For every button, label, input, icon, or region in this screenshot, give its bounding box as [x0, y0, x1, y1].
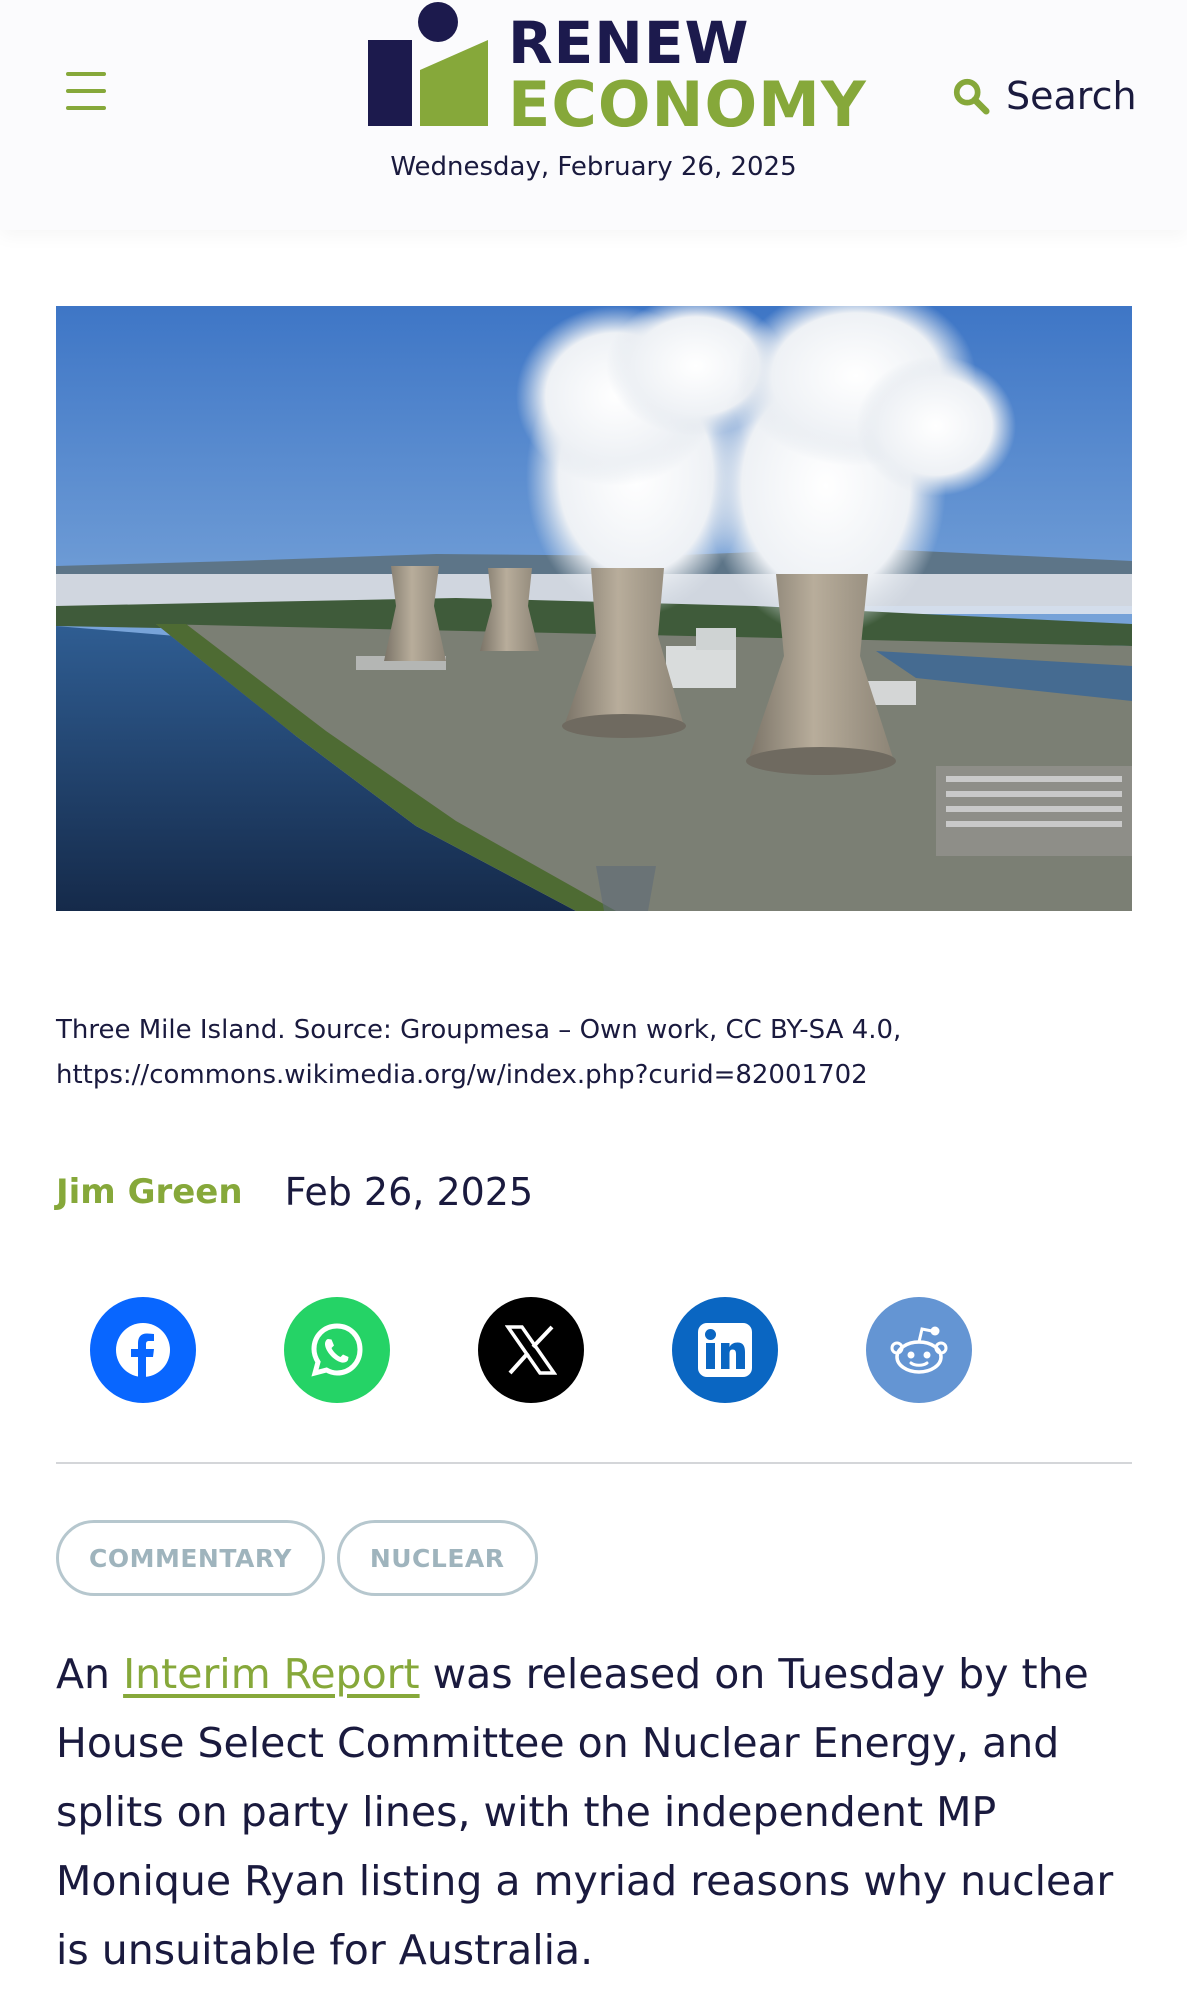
byline: Jim Green Feb 26, 2025 — [56, 1170, 533, 1214]
article-tags: COMMENTARY NUCLEAR — [56, 1520, 550, 1596]
share-x-button[interactable] — [478, 1297, 584, 1403]
search-label: Search — [1006, 74, 1137, 118]
divider — [56, 1462, 1132, 1464]
share-linkedin-button[interactable] — [672, 1297, 778, 1403]
tag-commentary[interactable]: COMMENTARY — [56, 1520, 325, 1596]
logo-wordmark: RENEW ECONOMY — [508, 14, 867, 136]
reddit-icon — [890, 1326, 948, 1374]
article-text: was released on Tuesday by the House Sel… — [56, 1650, 1114, 1974]
site-header: RENEW ECONOMY Wednesday, February 26, 20… — [0, 0, 1187, 230]
linkedin-icon — [698, 1323, 752, 1377]
x-icon — [505, 1325, 557, 1375]
whatsapp-icon — [311, 1323, 363, 1377]
search-button[interactable]: Search — [952, 74, 1137, 118]
share-facebook-button[interactable] — [90, 1297, 196, 1403]
search-icon — [953, 78, 990, 115]
author-link[interactable]: Jim Green — [56, 1172, 243, 1212]
caption-line-1: Three Mile Island. Source: Groupmesa – O… — [56, 1015, 902, 1045]
facebook-icon — [116, 1323, 170, 1379]
logo-mark-icon — [368, 2, 488, 126]
hero-image[interactable] — [56, 306, 1132, 911]
cooling-towers-illustration — [56, 306, 1132, 911]
hamburger-menu-icon[interactable] — [66, 72, 110, 118]
logo-economy: ECONOMY — [508, 68, 867, 141]
share-reddit-button[interactable] — [866, 1297, 972, 1403]
site-logo[interactable]: RENEW ECONOMY — [368, 0, 866, 136]
article-prefix: An — [56, 1650, 124, 1698]
publish-date: Feb 26, 2025 — [284, 1170, 534, 1214]
interim-report-link[interactable]: Interim Report — [123, 1650, 420, 1698]
caption-line-2: https://commons.wikimedia.org/w/index.ph… — [56, 1060, 868, 1090]
article-paragraph: An Interim Report was released on Tuesda… — [56, 1640, 1146, 1985]
tag-nuclear[interactable]: NUCLEAR — [336, 1520, 538, 1596]
share-whatsapp-button[interactable] — [284, 1297, 390, 1403]
image-caption: Three Mile Island. Source: Groupmesa – O… — [56, 1008, 1136, 1098]
header-date: Wednesday, February 26, 2025 — [390, 152, 797, 182]
logo-renew: RENEW — [508, 9, 750, 77]
